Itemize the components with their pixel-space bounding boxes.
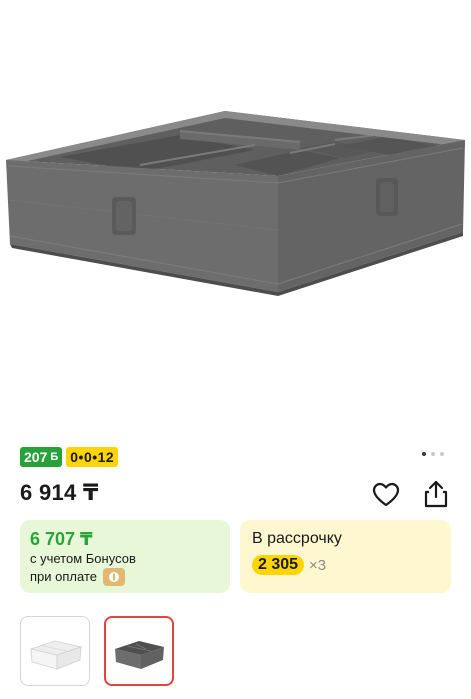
favorite-button[interactable] [370,479,402,511]
share-icon [424,480,448,508]
payment-method-icon [102,568,125,586]
bonus-badge-value: 207 [24,449,48,465]
installment-amount: 2 305 [252,555,305,575]
bonus-line-2: при оплате [30,569,97,584]
bonus-line-1: с учетом Бонусов [30,551,136,566]
bonus-symbol: Б [50,451,59,463]
installment-badge: 0•0•12 [66,447,119,467]
thumbnail-dark-gray-selected[interactable] [104,616,174,686]
bonus-badge: 207 Б [20,447,63,467]
gallery-dot [431,452,435,456]
gallery-pagination [422,452,444,456]
gallery-dot [440,452,444,456]
bonus-price: 6 707 ₸ [30,529,93,549]
gallery-dot [422,452,426,456]
heart-icon [372,482,400,507]
product-price: 6 914 ₸ [20,480,99,505]
installment-card[interactable]: В рассрочку 2 305 ×3 [240,520,451,593]
installment-title: В рассрочку [252,530,342,547]
share-button[interactable] [420,478,452,510]
promo-badges: 207 Б 0•0•12 [20,447,119,467]
bonus-price-card[interactable]: 6 707 ₸ с учетом Бонусов при оплате [20,520,230,593]
installment-multiplier: ×3 [309,556,327,574]
thumbnail-white[interactable] [20,616,90,686]
product-image[interactable] [0,0,471,435]
